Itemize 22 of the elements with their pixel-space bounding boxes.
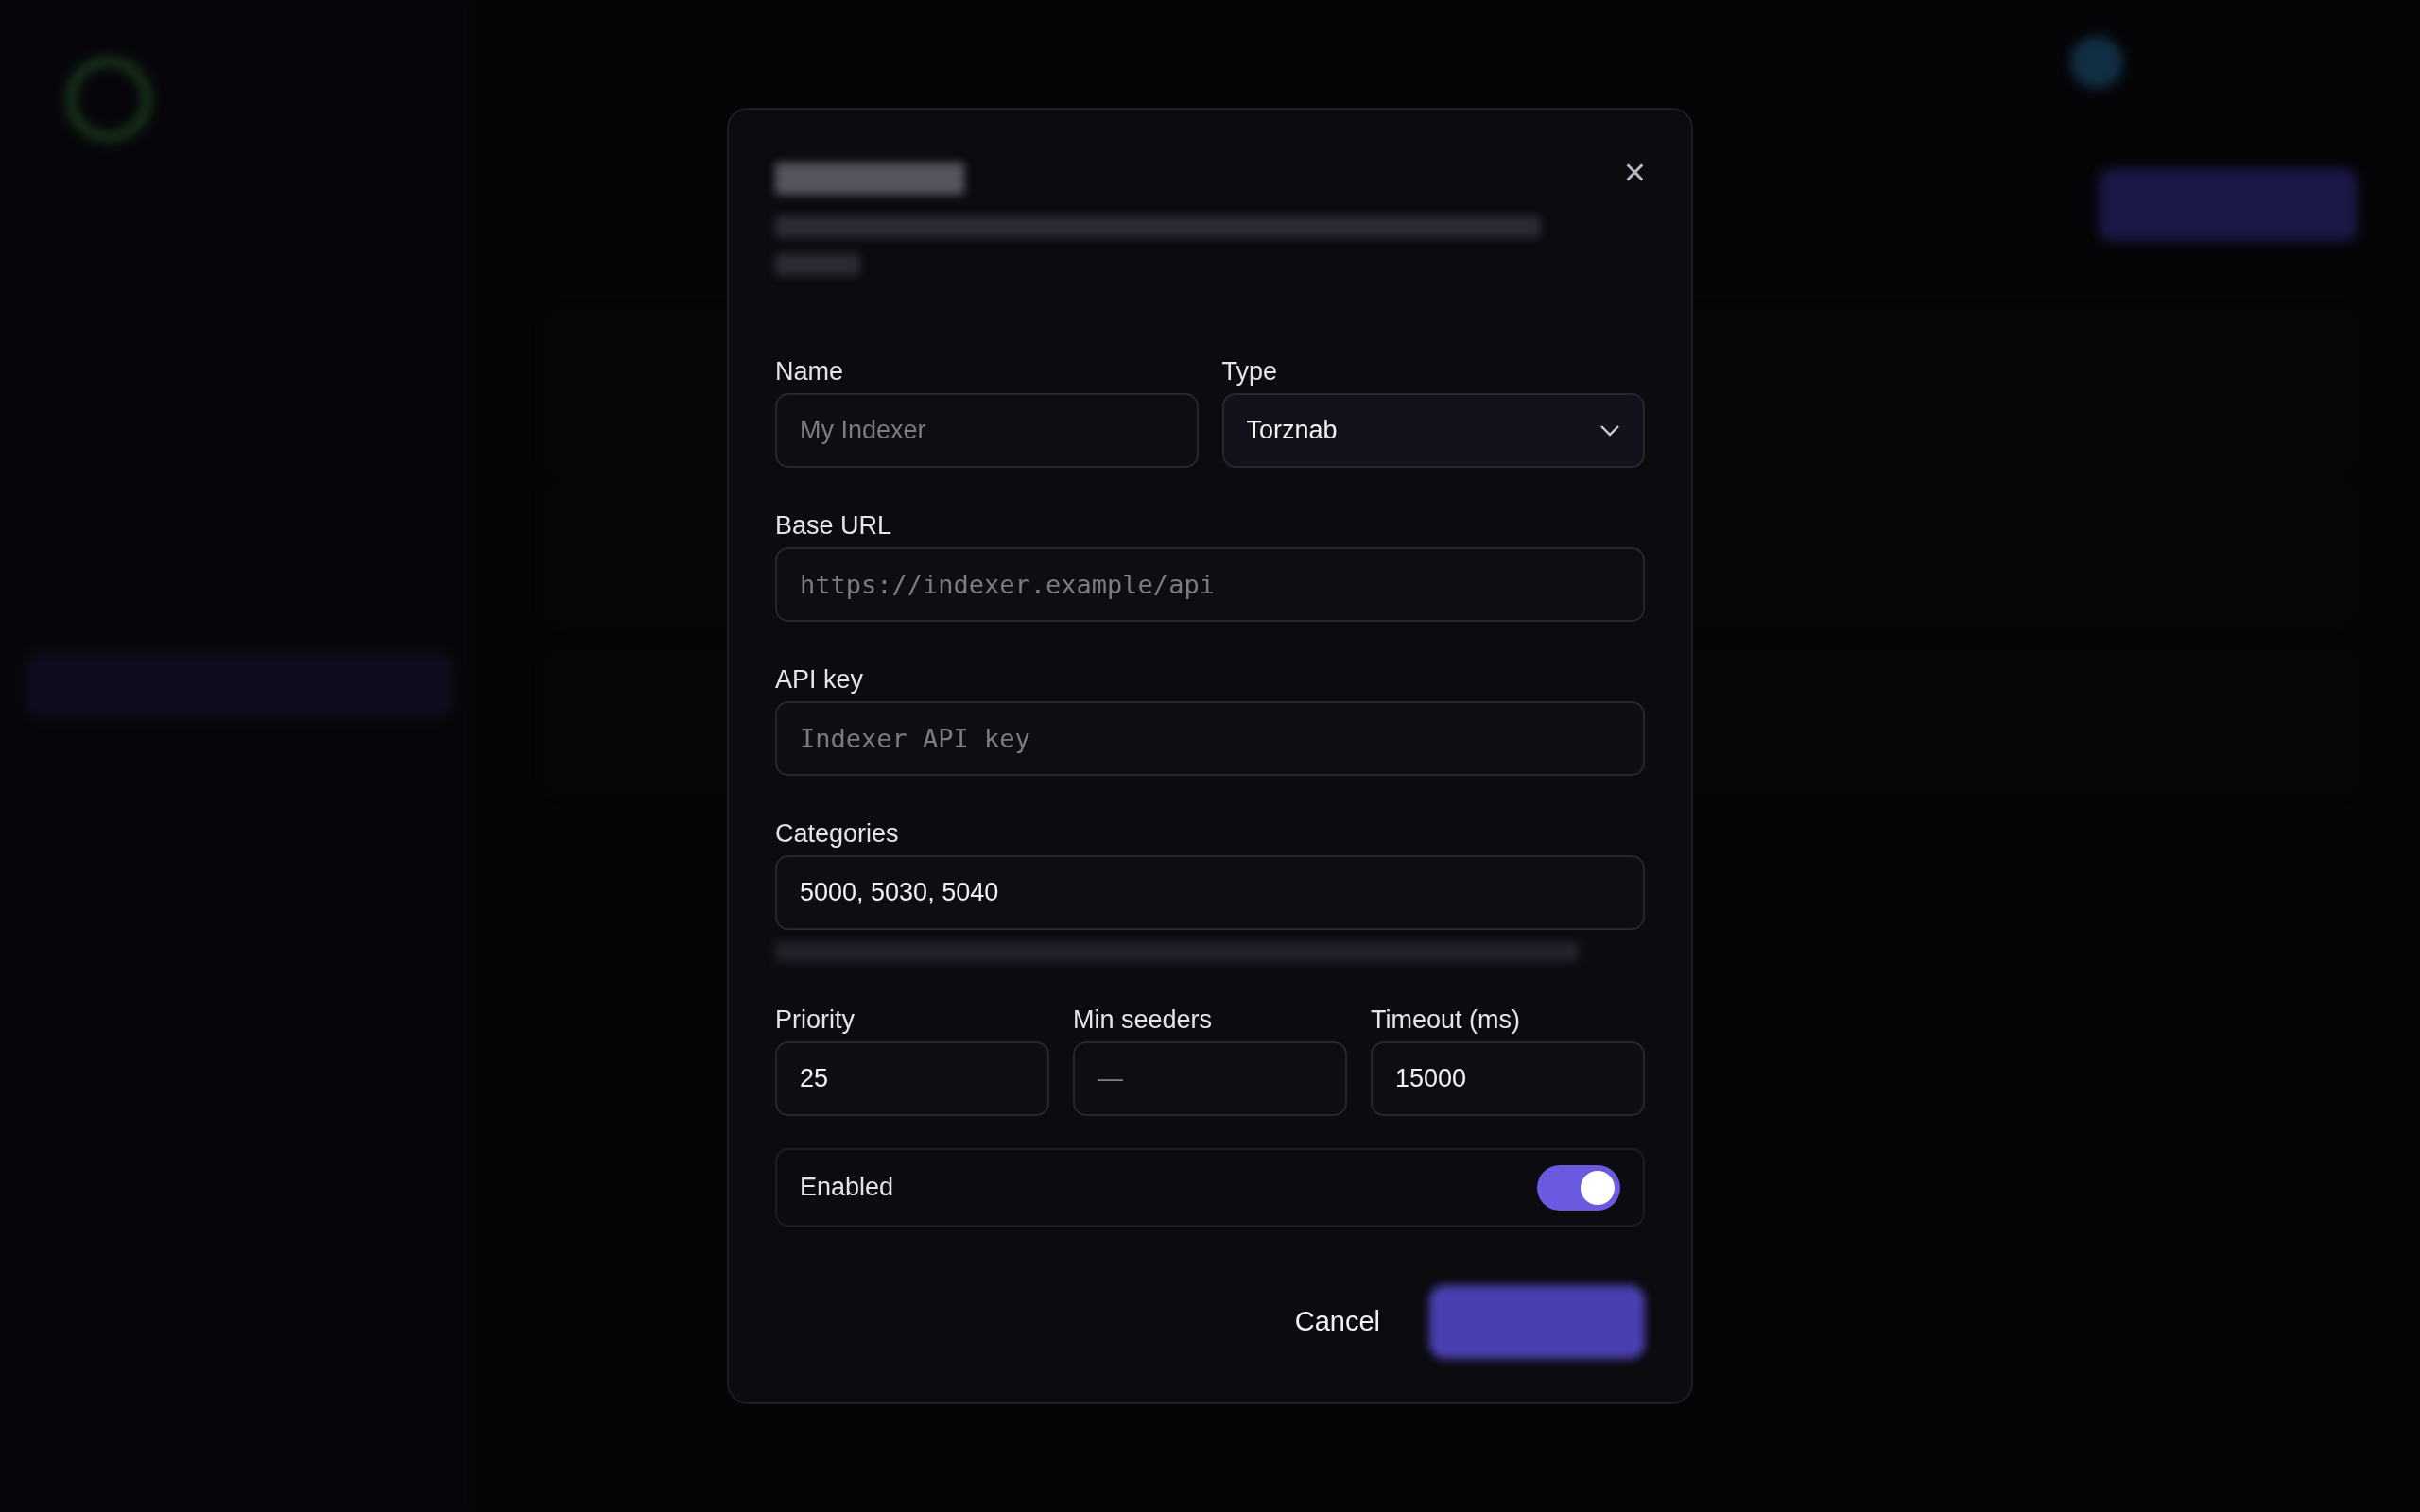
chevron-down-icon: [1599, 423, 1620, 438]
close-button[interactable]: ×: [1623, 153, 1646, 191]
enabled-switch[interactable]: [1537, 1164, 1620, 1211]
field-label: Timeout (ms): [1371, 1007, 1520, 1033]
field-label: Type: [1221, 359, 1278, 385]
type-select[interactable]: Torznab: [1221, 393, 1645, 468]
input-field[interactable]: https://indexer.example/api: [775, 547, 1645, 622]
input-field[interactable]: 5000, 5030, 5040: [775, 855, 1645, 930]
field-label: Base URL: [775, 513, 892, 539]
field-label: API key: [775, 667, 864, 693]
avatar: [2070, 36, 2123, 89]
input-field[interactable]: Indexer API key: [775, 701, 1645, 776]
cancel-button[interactable]: Cancel: [1290, 1292, 1384, 1352]
input-field[interactable]: My Indexer: [775, 393, 1199, 468]
input-field[interactable]: 25: [775, 1041, 1049, 1116]
field-label: Priority: [775, 1007, 855, 1033]
field-label: Name: [775, 359, 844, 385]
field-label: Categories: [775, 821, 899, 847]
input-field[interactable]: —: [1073, 1041, 1347, 1116]
input-field[interactable]: 15000: [1371, 1041, 1645, 1116]
field-label: Min seeders: [1073, 1007, 1213, 1033]
toggle-label: Enabled: [800, 1172, 894, 1204]
